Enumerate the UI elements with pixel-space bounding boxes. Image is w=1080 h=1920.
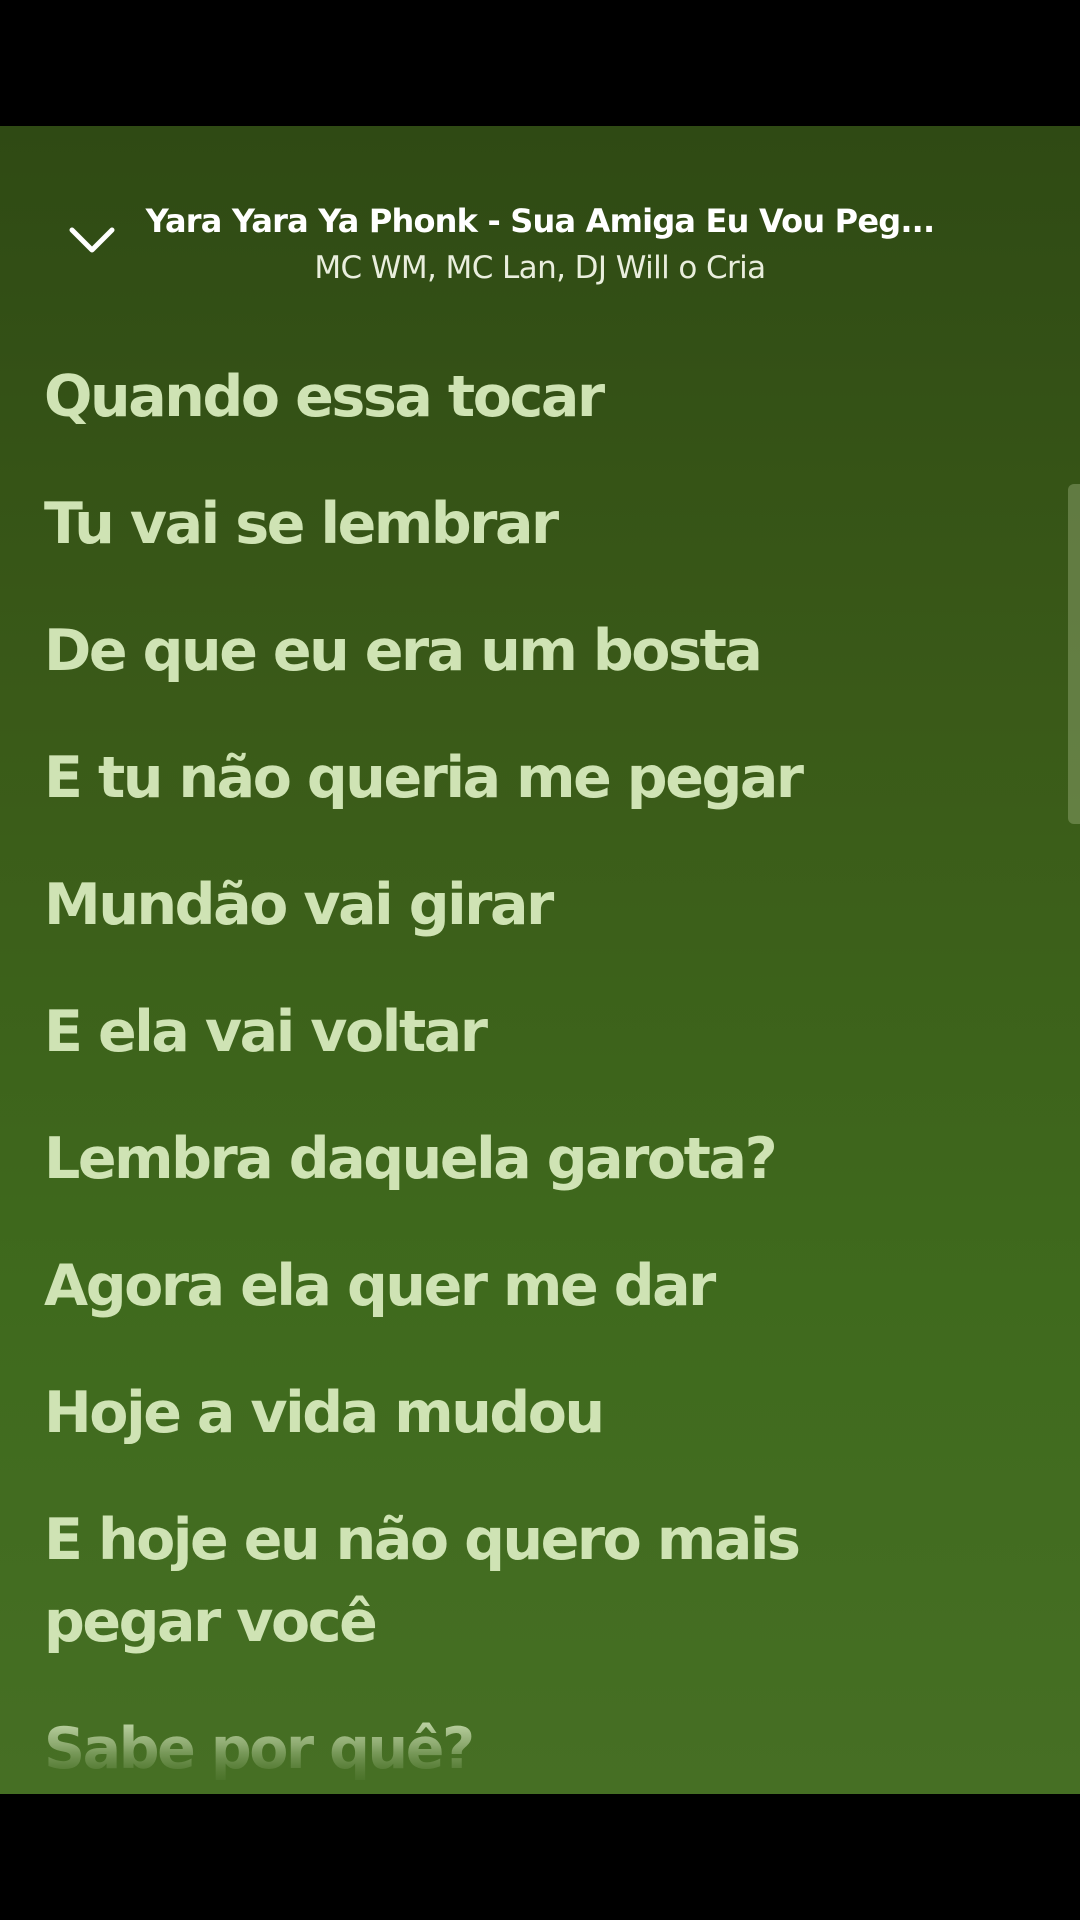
track-artists[interactable]: MC WM, MC Lan, DJ Will o Cria <box>140 250 940 286</box>
lyric-line[interactable]: Agora ela quer me dar <box>44 1245 1004 1327</box>
lyric-line[interactable]: E hoje eu não quero mais pegar você <box>44 1499 844 1663</box>
collapse-button[interactable] <box>62 218 142 278</box>
lyric-line[interactable]: Lembra daquela garota? <box>44 1118 1004 1200</box>
track-title[interactable]: Yara Yara Ya Phonk - Sua Amiga Eu Vou Pe… <box>140 202 940 240</box>
lyric-line[interactable]: Mundão vai girar <box>44 864 1004 946</box>
lyric-line[interactable]: E tu não queria me pegar <box>44 737 1004 819</box>
scrollbar[interactable] <box>1068 484 1080 824</box>
lyric-line[interactable]: Hoje a vida mudou <box>44 1372 1004 1454</box>
lyric-line[interactable]: Sabe por quê? <box>44 1708 1004 1790</box>
lyric-line[interactable]: Tu vai se lembrar <box>44 483 1004 565</box>
lyrics-list: Quando essa tocar Tu vai se lembrar De q… <box>44 356 1004 1794</box>
lyrics-player: Yara Yara Ya Phonk - Sua Amiga Eu Vou Pe… <box>0 126 1080 1794</box>
lyric-line[interactable]: E ela vai voltar <box>44 991 1004 1073</box>
screen: Yara Yara Ya Phonk - Sua Amiga Eu Vou Pe… <box>0 0 1080 1920</box>
player-header: Yara Yara Ya Phonk - Sua Amiga Eu Vou Pe… <box>0 126 1080 316</box>
chevron-down-icon <box>69 227 115 253</box>
lyric-line[interactable]: De que eu era um bosta <box>44 610 1004 692</box>
lyric-line[interactable]: Quando essa tocar <box>44 356 1004 438</box>
